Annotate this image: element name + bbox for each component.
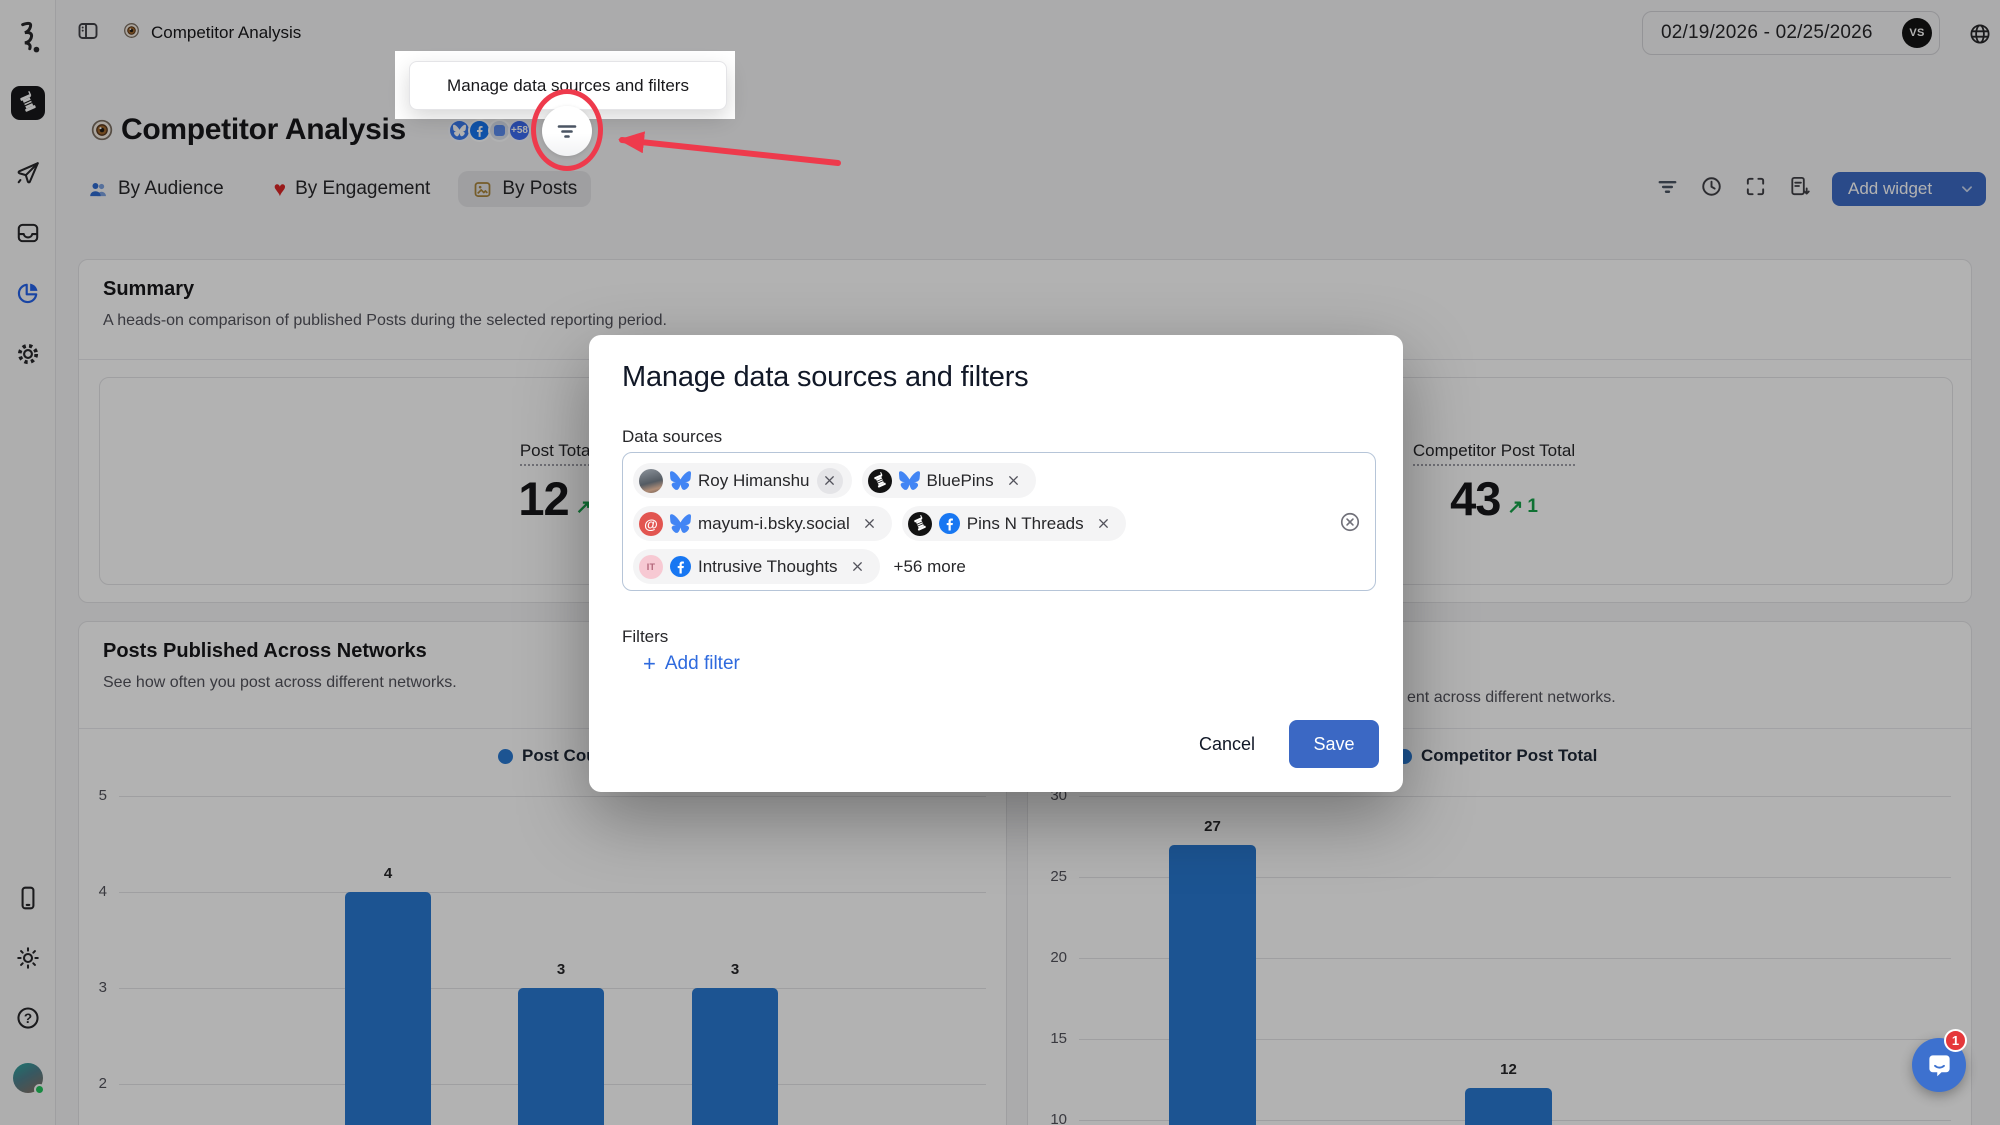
remove-chip-icon[interactable]: [845, 554, 871, 580]
facebook-icon: [670, 556, 691, 577]
remove-chip-icon[interactable]: [857, 511, 883, 537]
annotation-red-circle: [531, 89, 603, 171]
profile-photo-avatar: [639, 469, 663, 493]
app-root: Competitor Analysis 02/19/2026 - 02/25/2…: [0, 0, 2000, 1125]
modal-title: Manage data sources and filters: [622, 361, 1028, 394]
cancel-button[interactable]: Cancel: [1199, 734, 1255, 755]
source-chip-mayum[interactable]: @ mayum-i.bsky.social: [633, 506, 892, 541]
annotation-red-arrow: [598, 126, 854, 176]
save-button[interactable]: Save: [1289, 720, 1379, 768]
bluesky-icon: [670, 470, 691, 491]
manage-data-sources-modal: Manage data sources and filters Data sou…: [589, 335, 1403, 792]
clear-all-sources-icon[interactable]: [1339, 511, 1361, 533]
remove-chip-icon[interactable]: [817, 468, 843, 494]
add-filter-label: Add filter: [665, 653, 740, 675]
filters-label: Filters: [622, 627, 668, 647]
at-symbol-avatar: @: [639, 512, 663, 536]
bluesky-icon: [670, 513, 691, 534]
source-chip-intrusive-thoughts[interactable]: IT Intrusive Thoughts: [633, 549, 880, 584]
data-sources-input[interactable]: Roy Himanshu BluePins @ mayum-i.bsky.soc…: [622, 452, 1376, 591]
chip-label: Roy Himanshu: [698, 471, 810, 491]
spool-logo-avatar: [908, 512, 932, 536]
source-chip-pins-n-threads[interactable]: Pins N Threads: [902, 506, 1126, 541]
chat-notification-badge: 1: [1944, 1029, 1967, 1052]
chip-label: mayum-i.bsky.social: [698, 514, 850, 534]
data-sources-label: Data sources: [622, 427, 722, 447]
more-sources-label[interactable]: +56 more: [894, 557, 966, 577]
remove-chip-icon[interactable]: [1001, 468, 1027, 494]
chat-icon: [1926, 1052, 1953, 1079]
source-chip-bluepins[interactable]: BluePins: [862, 463, 1036, 498]
remove-chip-icon[interactable]: [1091, 511, 1117, 537]
plus-icon: +: [643, 653, 656, 675]
bluesky-icon: [899, 470, 920, 491]
spool-logo-avatar: [868, 469, 892, 493]
initials-avatar: IT: [639, 555, 663, 579]
add-filter-button[interactable]: + Add filter: [643, 653, 740, 675]
source-chip-roy-himanshu[interactable]: Roy Himanshu: [633, 463, 852, 498]
chip-label: Pins N Threads: [967, 514, 1084, 534]
facebook-icon: [939, 513, 960, 534]
chip-label: BluePins: [927, 471, 994, 491]
chip-label: Intrusive Thoughts: [698, 557, 838, 577]
